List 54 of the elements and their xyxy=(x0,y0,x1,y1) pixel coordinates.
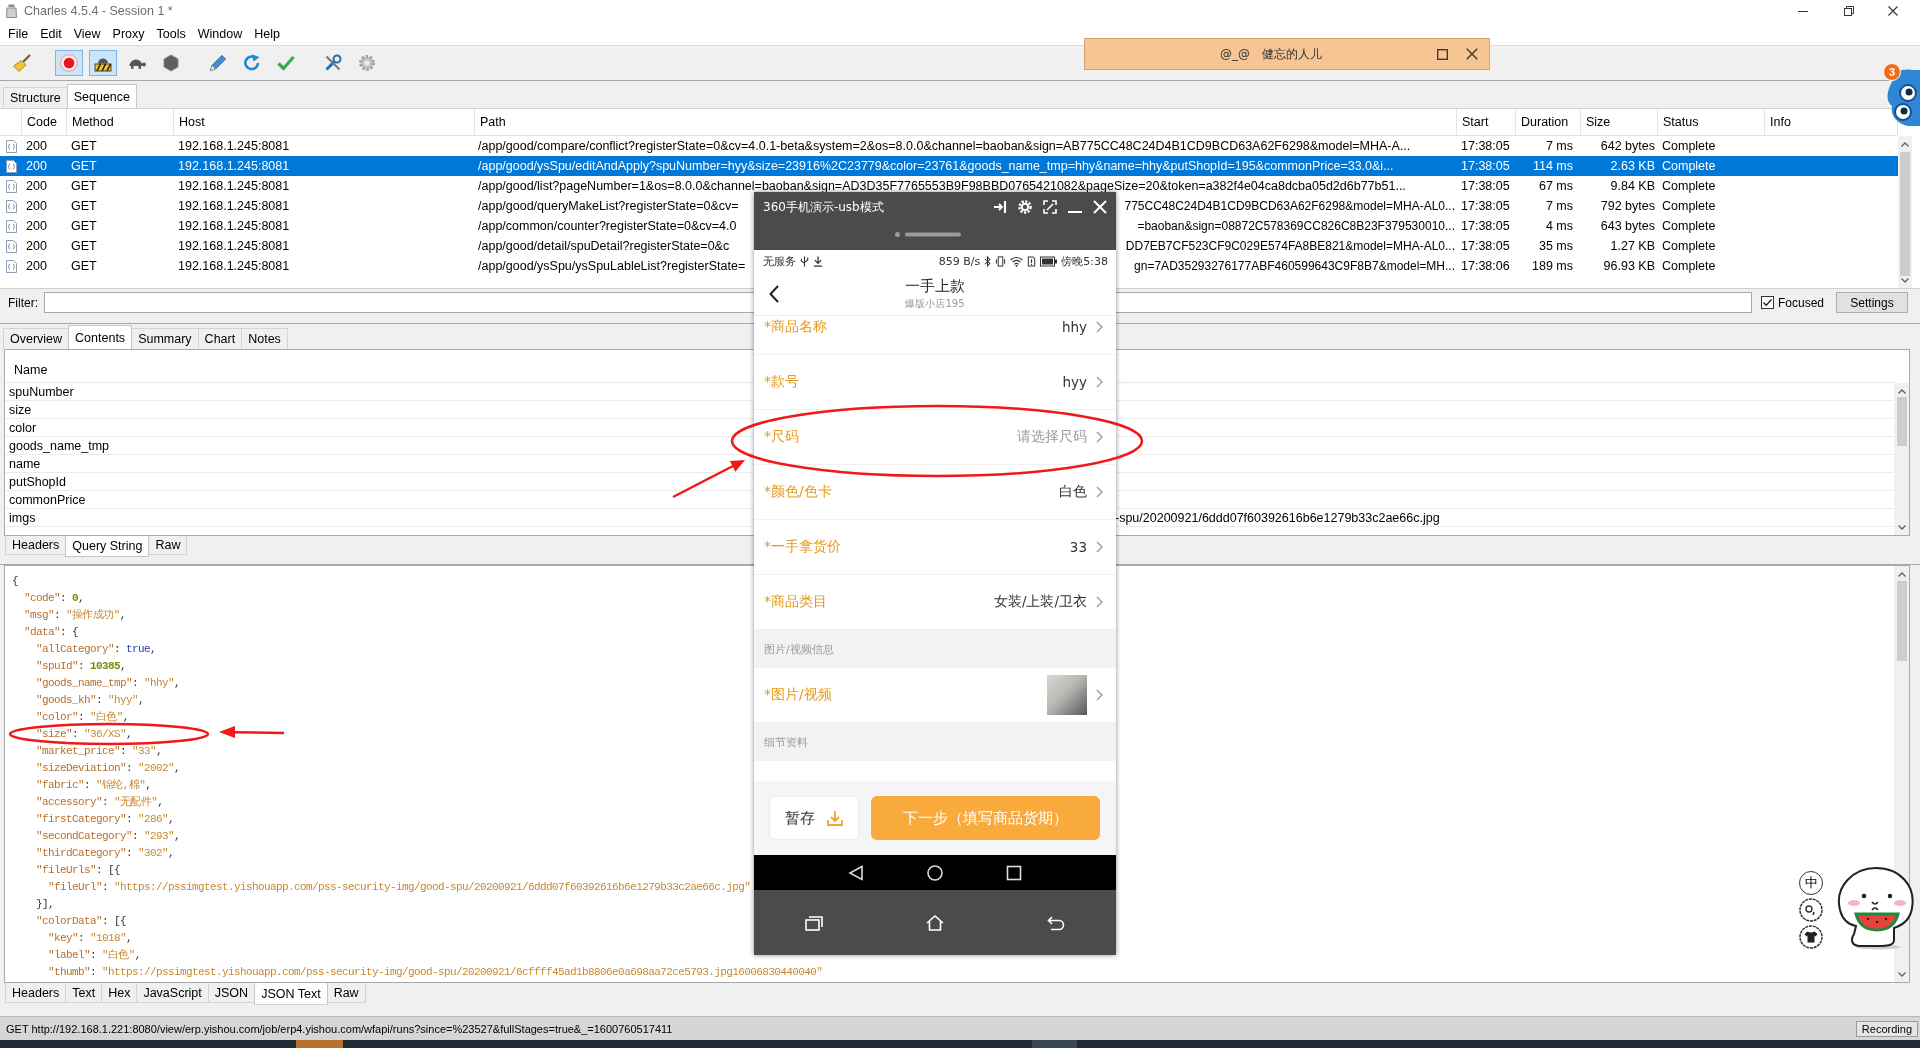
carrier-text: 无服务 xyxy=(763,253,796,269)
code-line: "secondCategory": "293", xyxy=(36,829,181,842)
code-line: "sizeDeviation": "2002", xyxy=(36,761,181,774)
code-line: "fileUrls": [{ xyxy=(36,863,121,876)
recording-indicator: Recording xyxy=(1855,1020,1918,1037)
table-cell: commonPrice xyxy=(9,492,86,507)
page-subtitle: 爆版小店195 xyxy=(905,296,965,311)
page-title: 一手上款 xyxy=(905,276,965,296)
code-line: "thumb": "https://pssimgtest.yishouapp.com/pss-security-img/good-spu/20200921/6cffff45ad1b8806e0a698aa72ce5793.jpg16006830440040" xyxy=(48,965,823,978)
code-line: "key": "1018", xyxy=(48,931,133,944)
table-cell: spuNumber xyxy=(9,384,74,399)
field-label: *商品类目 xyxy=(764,593,827,611)
code-line: "accessory": "无配件", xyxy=(36,795,164,809)
code-line: "fileUrl": "https://pssimgtest.yishouapp.com/pss-security-img/good-spu/20200921/6ddd07f60392616b6e1279b33c2ae66c.jpg" xyxy=(48,880,751,893)
table-cell: color xyxy=(9,420,37,435)
notification-text: 健忘的人儿 xyxy=(1262,45,1322,63)
code-line: "color": "白色", xyxy=(36,710,129,724)
code-line: "goods_kh": "hyy", xyxy=(36,693,145,706)
status-text: GET http://192.168.1.221:8080/view/erp.yishou.com/job/erp4.yishou.com/wfapi/runs?since=%23527&fullStages=true&_=1600760517411 xyxy=(6,1022,673,1035)
code-line: "thirdCategory": "302", xyxy=(36,846,175,859)
code-line: "size": "36/XS", xyxy=(36,727,133,740)
code-line: "firstCategory": "286", xyxy=(36,812,175,825)
field-label: *商品名称 xyxy=(764,318,827,336)
code-line: "code": 0, xyxy=(24,591,85,604)
field-label: *颜色/色卡 xyxy=(764,483,832,501)
clock-text: 傍晚5:38 xyxy=(1061,253,1108,269)
code-line: "data": { xyxy=(24,625,79,638)
table-cell: goods_name_tmp xyxy=(9,438,110,453)
code-line: "fabric": "锦纶,棉", xyxy=(36,778,152,792)
code-line: { xyxy=(12,574,18,587)
code-line: "spuId": 10385, xyxy=(36,659,127,672)
window-title: Charles 4.5.4 - Session 1 * xyxy=(24,4,173,18)
field-label: *图片/视频 xyxy=(764,686,832,704)
table-cell: size xyxy=(9,402,32,417)
table-cell: name xyxy=(9,456,41,471)
table-cell: imgs xyxy=(9,510,36,525)
filter-label: Filter: xyxy=(8,295,38,310)
code-line: "colorData": [{ xyxy=(36,914,127,927)
code-line: "market_price": "33", xyxy=(36,744,163,757)
field-label: *一手拿货价 xyxy=(764,538,841,556)
code-line: }], xyxy=(36,897,54,910)
table-cell: putShopId xyxy=(9,474,66,489)
network-speed: 859 B/s xyxy=(938,254,981,268)
window-title: 360手机演示-usb模式 xyxy=(763,198,884,216)
section-title: 图片/视频信息 xyxy=(764,641,834,657)
notification-emoticon: @_@ xyxy=(1220,47,1250,61)
code-line: "goods_name_tmp": "hhy", xyxy=(36,676,181,689)
field-label: *尺码 xyxy=(764,428,799,446)
code-line: "label": "白色", xyxy=(48,948,141,962)
code-line: "allCategory": true, xyxy=(36,642,157,655)
section-title: 细节资料 xyxy=(764,734,808,750)
code-line: "msg": "操作成功", xyxy=(24,608,126,622)
table-cell: -spu/20200921/6ddd07f60392616b6e1279b33c2ae66c.jpg xyxy=(1115,510,1440,525)
field-label: *款号 xyxy=(764,373,799,391)
